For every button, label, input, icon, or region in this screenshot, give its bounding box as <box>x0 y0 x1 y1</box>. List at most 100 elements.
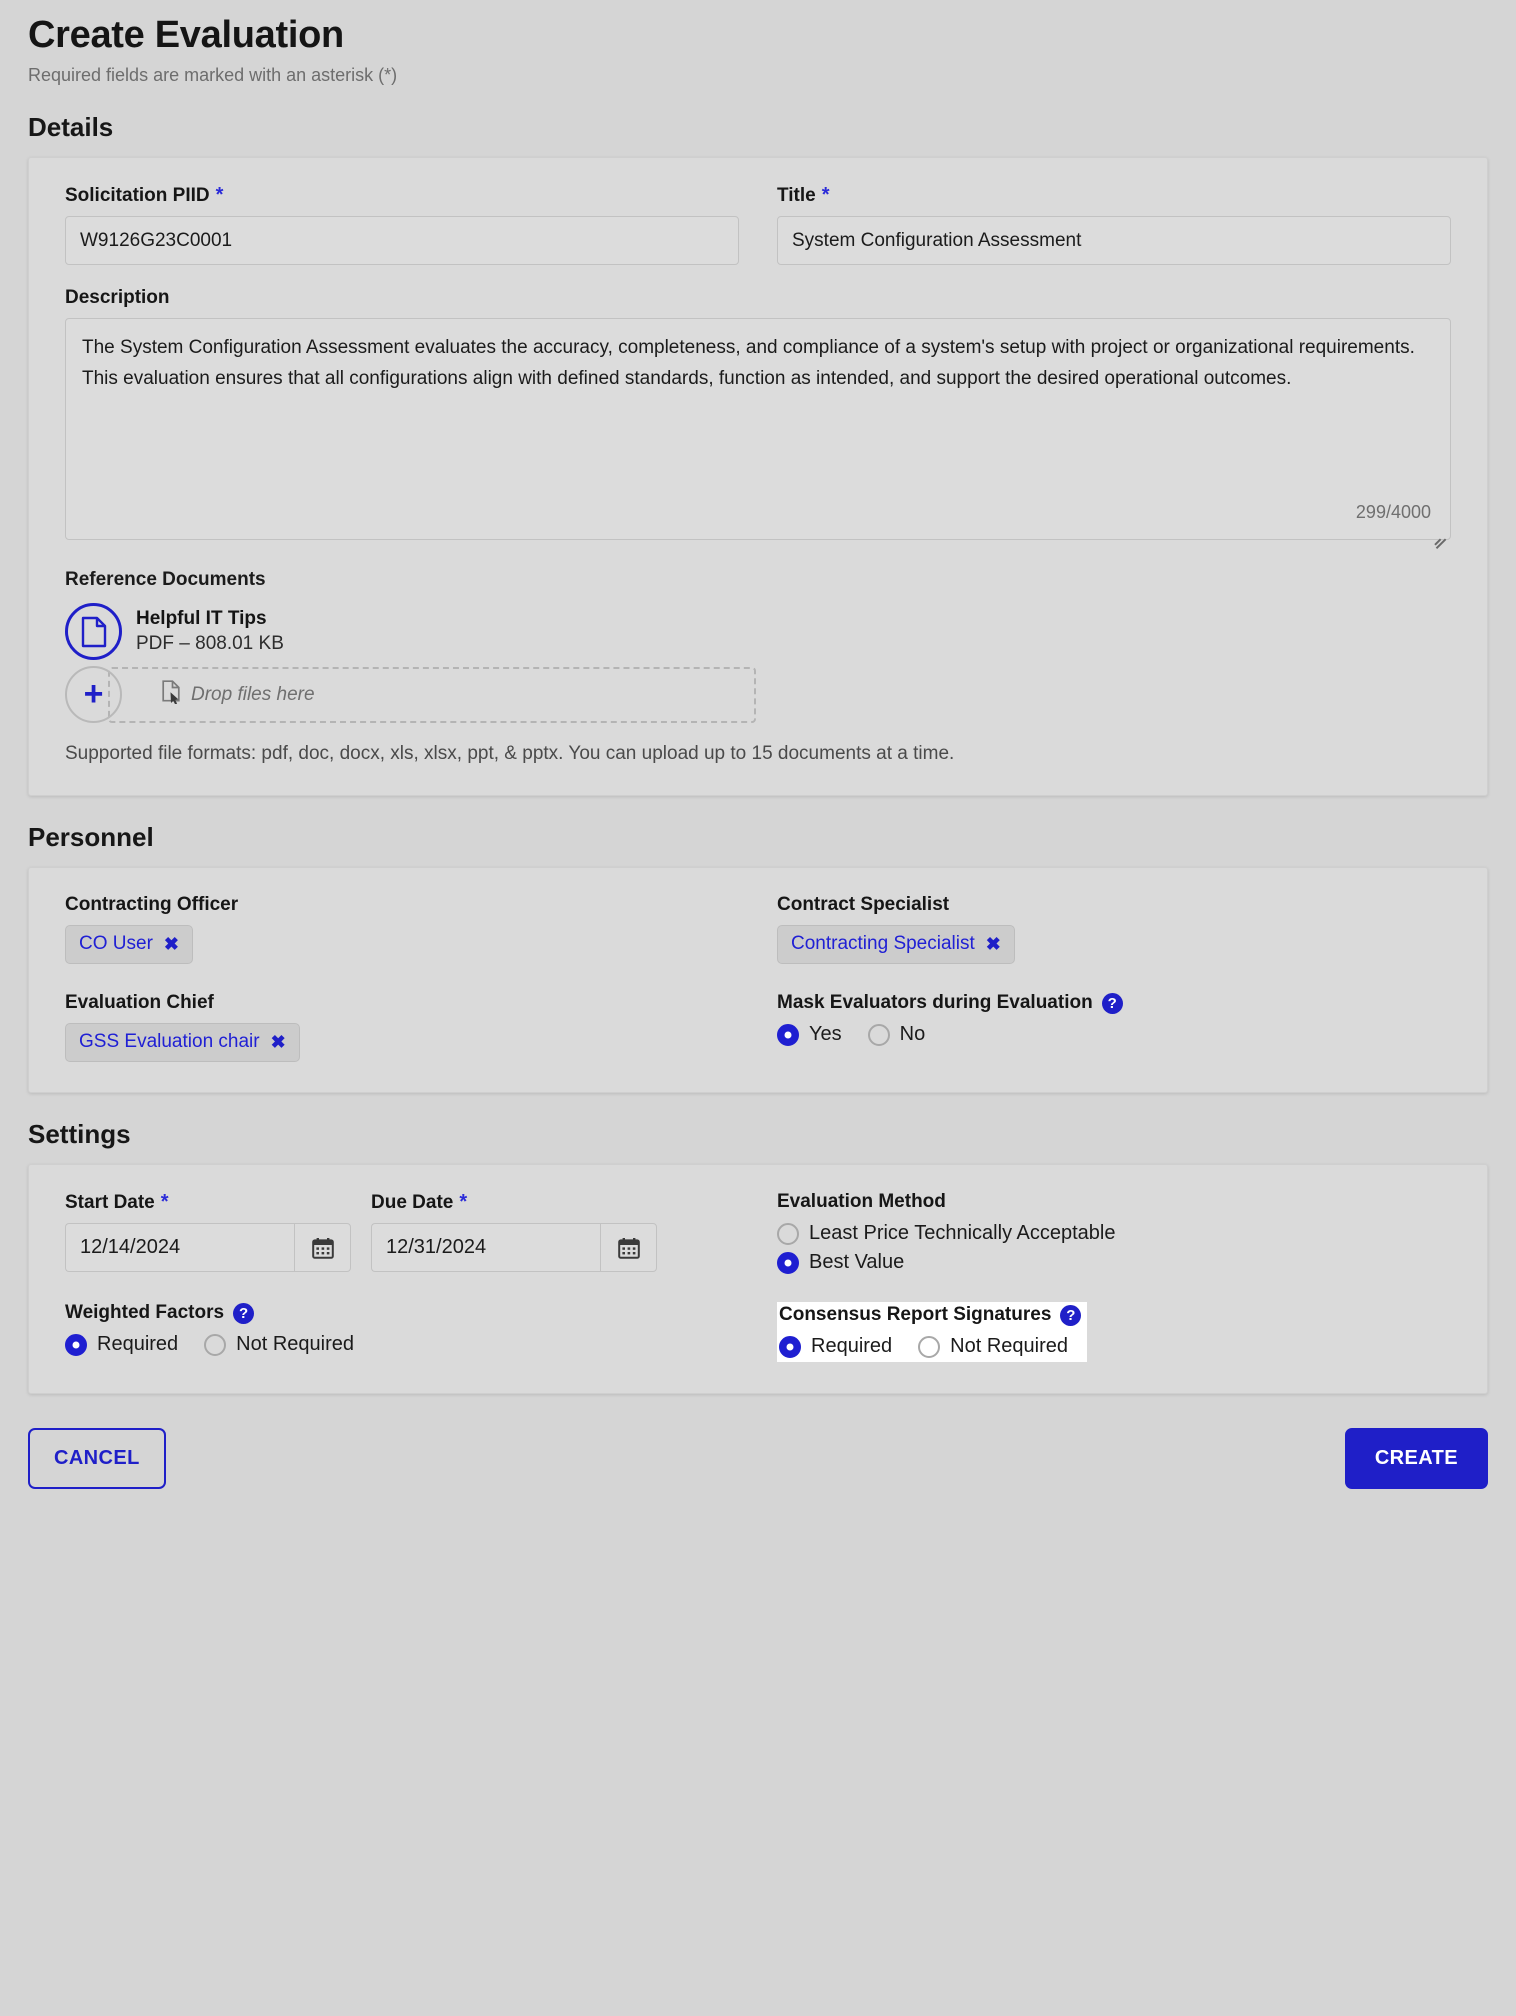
solicitation-piid-group: Solicitation PIID * <box>65 184 739 265</box>
consensus-option-required[interactable]: Required <box>779 1335 892 1358</box>
reference-document-filesize: PDF – 808.01 KB <box>136 633 284 654</box>
title-input[interactable] <box>777 216 1451 265</box>
remove-chip-icon[interactable]: ✖ <box>164 934 179 955</box>
due-date-input[interactable] <box>371 1223 600 1272</box>
details-card: Solicitation PIID * Title * Description … <box>28 157 1488 796</box>
title-label-text: Title <box>777 184 816 206</box>
weighted-factors-radio-group: Required Not Required <box>65 1333 739 1356</box>
help-icon[interactable]: ? <box>1101 992 1123 1014</box>
contract-specialist-label: Contract Specialist <box>777 894 950 915</box>
form-footer: CANCEL CREATE <box>28 1427 1488 1489</box>
radio-indicator[interactable] <box>777 1023 799 1046</box>
solicitation-piid-input[interactable] <box>65 216 739 265</box>
chip-label: Contracting Specialist <box>791 933 975 954</box>
contracting-officer-group: Contracting Officer CO User ✖ <box>65 894 739 964</box>
evaluation-chief-chip[interactable]: GSS Evaluation chair ✖ <box>65 1023 300 1062</box>
help-icon[interactable]: ? <box>1060 1304 1082 1326</box>
personnel-row-1: Contracting Officer CO User ✖ Contract S… <box>65 894 1451 964</box>
weighted-factors-option-required[interactable]: Required <box>65 1333 178 1356</box>
start-date-label: Start Date * <box>65 1191 351 1214</box>
remove-chip-icon[interactable]: ✖ <box>986 934 1001 955</box>
page-title: Create Evaluation <box>28 14 344 56</box>
reference-document-meta: Helpful IT Tips PDF – 808.01 KB <box>136 608 284 655</box>
evaluation-method-group: Evaluation Method Least Price Technicall… <box>777 1191 1451 1274</box>
settings-card: Start Date * 12/14/2024 Due Date * 12/31… <box>28 1164 1488 1394</box>
radio-indicator[interactable] <box>204 1333 227 1356</box>
consensus-option-not-required[interactable]: Not Required <box>918 1335 1068 1358</box>
consensus-report-signatures-label-text: Consensus Report Signatures <box>779 1304 1052 1325</box>
radio-indicator[interactable] <box>918 1335 941 1358</box>
mask-evaluators-label: Mask Evaluators during Evaluation ? <box>777 992 1451 1014</box>
start-date-input[interactable] <box>65 1223 294 1272</box>
cancel-button[interactable]: CANCEL <box>28 1427 166 1489</box>
settings-row-2: Weighted Factors ? Required Not Required <box>65 1302 1451 1363</box>
radio-label: Best Value <box>809 1251 905 1273</box>
radio-indicator[interactable] <box>867 1023 890 1046</box>
mask-evaluators-group: Mask Evaluators during Evaluation ? Yes … <box>777 992 1451 1062</box>
description-label: Description <box>65 287 170 308</box>
personnel-card: Contracting Officer CO User ✖ Contract S… <box>28 867 1488 1093</box>
calendar-icon <box>311 1237 334 1259</box>
required-asterisk: * <box>459 1191 468 1213</box>
contract-specialist-chip[interactable]: Contracting Specialist ✖ <box>777 925 1015 964</box>
weighted-factors-label: Weighted Factors ? <box>65 1302 739 1324</box>
contracting-officer-label: Contracting Officer <box>65 894 239 915</box>
required-asterisk: * <box>160 1191 169 1213</box>
add-file-button[interactable]: + <box>65 666 122 723</box>
start-date-calendar-button[interactable] <box>294 1223 351 1272</box>
evaluation-chief-group: Evaluation Chief GSS Evaluation chair ✖ <box>65 992 739 1062</box>
evaluation-method-radio-group: Least Price Technically Acceptable Best … <box>777 1222 1451 1274</box>
evaluation-method-option-best-value[interactable]: Best Value <box>777 1251 1451 1274</box>
file-dropzone[interactable]: Drop files here <box>108 666 756 723</box>
radio-label: Required <box>97 1333 179 1355</box>
radio-indicator[interactable] <box>779 1335 801 1358</box>
help-icon[interactable]: ? <box>233 1302 255 1324</box>
details-top-row: Solicitation PIID * Title * <box>65 184 1451 265</box>
radio-indicator[interactable] <box>65 1333 87 1356</box>
start-date-field <box>65 1223 351 1272</box>
contract-specialist-group: Contract Specialist Contracting Speciali… <box>777 894 1451 964</box>
page-subtitle: Required fields are marked with an aster… <box>28 65 398 85</box>
consensus-report-signatures-radio-group: Required Not Required <box>779 1335 1081 1358</box>
chip-label: CO User <box>79 933 153 954</box>
title-group: Title * <box>777 184 1451 265</box>
section-heading-personnel: Personnel <box>28 822 154 852</box>
radio-indicator[interactable] <box>777 1251 799 1274</box>
pdf-document-icon <box>65 603 122 660</box>
remove-chip-icon[interactable]: ✖ <box>271 1032 286 1053</box>
reference-document-name: Helpful IT Tips <box>136 608 267 629</box>
reference-documents-label: Reference Documents <box>65 569 266 590</box>
mask-evaluators-radio-group: Yes No <box>777 1023 1451 1046</box>
weighted-factors-option-not-required[interactable]: Not Required <box>204 1333 354 1356</box>
evaluation-method-option-lpta[interactable]: Least Price Technically Acceptable <box>777 1222 1451 1245</box>
reference-document-item[interactable]: Helpful IT Tips PDF – 808.01 KB <box>65 603 1451 660</box>
radio-indicator[interactable] <box>777 1222 799 1245</box>
section-heading-details: Details <box>28 112 114 142</box>
due-date-label-text: Due Date <box>371 1191 454 1213</box>
description-textarea[interactable]: The System Configuration Assessment eval… <box>65 318 1451 540</box>
mask-evaluators-option-yes[interactable]: Yes <box>777 1023 842 1046</box>
due-date-group: Due Date * <box>371 1191 657 1272</box>
dates-group: Start Date * 12/14/2024 Due Date * 12/31… <box>65 1191 739 1274</box>
contracting-officer-chip[interactable]: CO User ✖ <box>65 925 193 964</box>
mask-evaluators-label-text: Mask Evaluators during Evaluation <box>777 992 1093 1013</box>
solicitation-piid-label: Solicitation PIID * <box>65 184 739 207</box>
chip-label: GSS Evaluation chair <box>79 1031 260 1052</box>
weighted-factors-group: Weighted Factors ? Required Not Required <box>65 1302 739 1363</box>
title-label: Title * <box>777 184 1451 207</box>
weighted-factors-label-text: Weighted Factors <box>65 1302 225 1323</box>
solicitation-piid-label-text: Solicitation PIID <box>65 184 210 206</box>
create-button[interactable]: CREATE <box>1344 1427 1488 1489</box>
radio-label: No <box>899 1023 926 1045</box>
radio-label: Not Required <box>236 1333 355 1355</box>
plus-icon: + <box>83 674 104 713</box>
start-date-group: Start Date * <box>65 1191 351 1272</box>
evaluation-method-label: Evaluation Method <box>777 1191 946 1212</box>
start-date-label-text: Start Date <box>65 1191 155 1213</box>
file-cursor-icon <box>162 680 181 709</box>
due-date-calendar-button[interactable] <box>600 1223 657 1272</box>
consensus-report-signatures-label: Consensus Report Signatures ? <box>779 1304 1082 1326</box>
description-textarea-wrap: The System Configuration Assessment eval… <box>65 318 1451 549</box>
supported-formats-note: Supported file formats: pdf, doc, docx, … <box>65 743 955 764</box>
mask-evaluators-option-no[interactable]: No <box>867 1023 926 1046</box>
